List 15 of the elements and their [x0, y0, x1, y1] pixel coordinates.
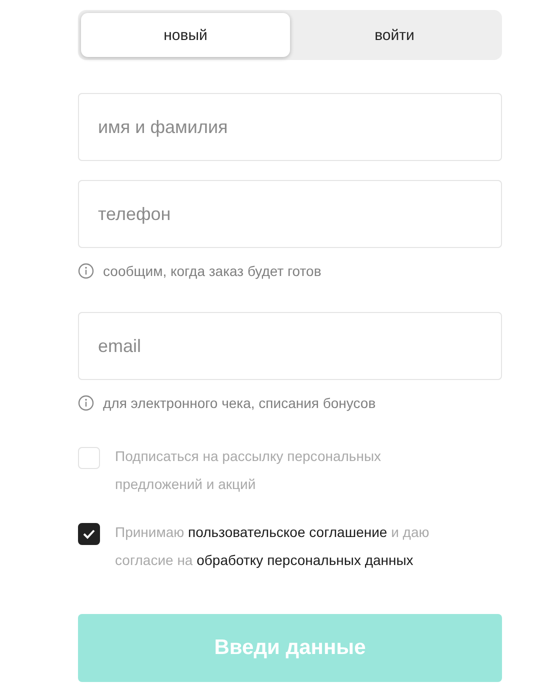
- tab[interactable]: новый: [81, 13, 290, 57]
- checkbox-label: Принимаю пользовательское соглашение и даю согласие на обработку персональных данных: [115, 523, 430, 570]
- input-field[interactable]: имя и фамилия: [78, 93, 502, 161]
- hint-text: для электронного чека, списания бонусов: [103, 395, 376, 411]
- check-icon: [83, 529, 95, 539]
- checkbox-label: Подписаться на рассылку персональных предложений и акций: [115, 447, 382, 494]
- input-field[interactable]: email: [78, 312, 502, 380]
- link[interactable]: пользовательское соглашение: [188, 524, 388, 540]
- checkbox[interactable]: [78, 523, 100, 545]
- hint-text: сообщим, когда заказ будет готов: [103, 263, 322, 279]
- link[interactable]: обработку персональных данных: [196, 552, 414, 568]
- info-icon: [78, 263, 94, 279]
- info-icon: [78, 395, 94, 411]
- tab[interactable]: войти: [290, 13, 499, 57]
- input-field[interactable]: телефон: [78, 180, 502, 248]
